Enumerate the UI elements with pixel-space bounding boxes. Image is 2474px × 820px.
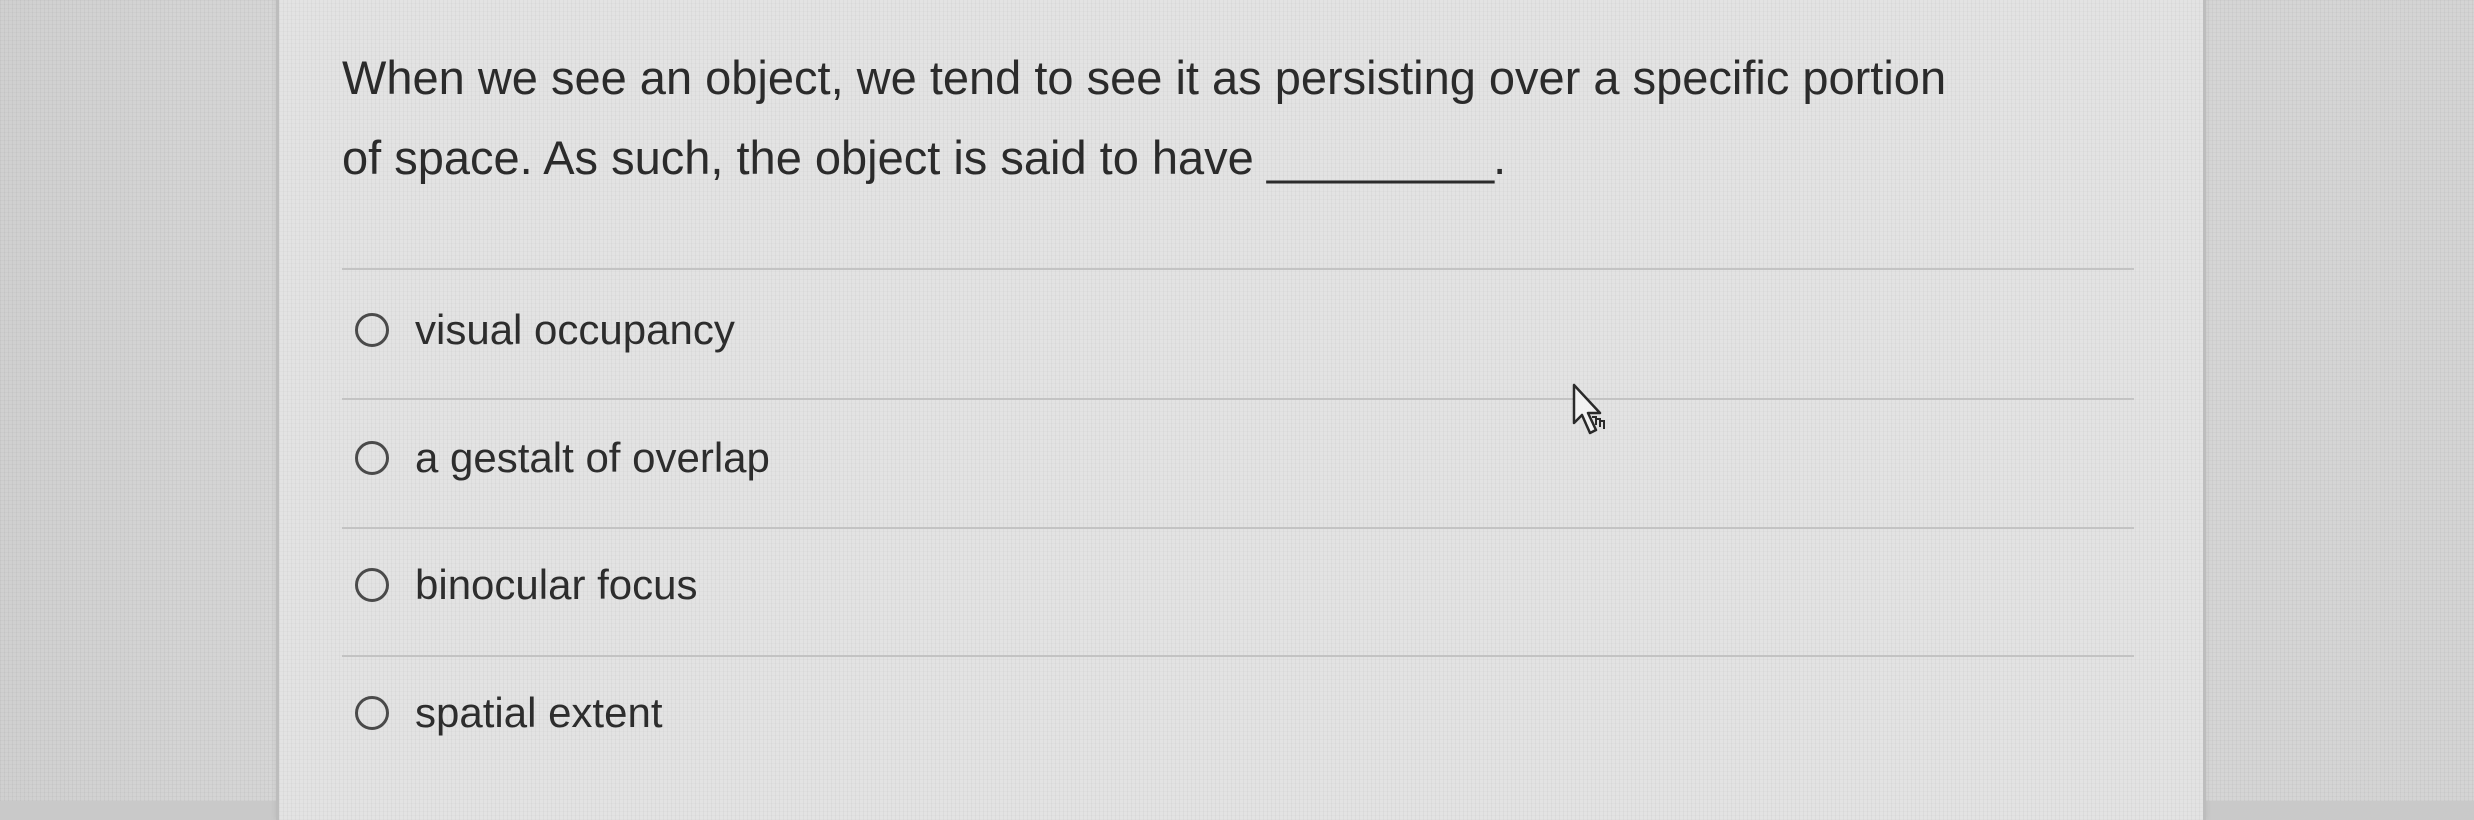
divider	[342, 268, 2134, 270]
option-binocular-focus[interactable]: binocular focus	[355, 555, 698, 615]
radio-button[interactable]	[355, 441, 389, 475]
divider	[342, 655, 2134, 657]
radio-button[interactable]	[355, 568, 389, 602]
option-label: spatial extent	[415, 689, 663, 736]
radio-button[interactable]	[355, 313, 389, 347]
option-spatial-extent[interactable]: spatial extent	[355, 683, 663, 743]
option-visual-occupancy[interactable]: visual occupancy	[355, 300, 735, 360]
divider	[342, 398, 2134, 400]
question-period: .	[1493, 131, 1507, 184]
answer-blank: _________	[1266, 131, 1494, 184]
question-line-2: of space. As such, the object is said to…	[342, 131, 1254, 184]
option-label: a gestalt of overlap	[415, 434, 770, 481]
question-line-1: When we see an object, we tend to see it…	[342, 51, 1947, 104]
divider	[342, 527, 2134, 529]
radio-button[interactable]	[355, 696, 389, 730]
option-gestalt-of-overlap[interactable]: a gestalt of overlap	[355, 428, 770, 488]
option-label: binocular focus	[415, 561, 698, 608]
question-text: When we see an object, we tend to see it…	[342, 38, 2122, 198]
option-label: visual occupancy	[415, 306, 735, 353]
hand-pointer-icon	[1572, 383, 1605, 435]
